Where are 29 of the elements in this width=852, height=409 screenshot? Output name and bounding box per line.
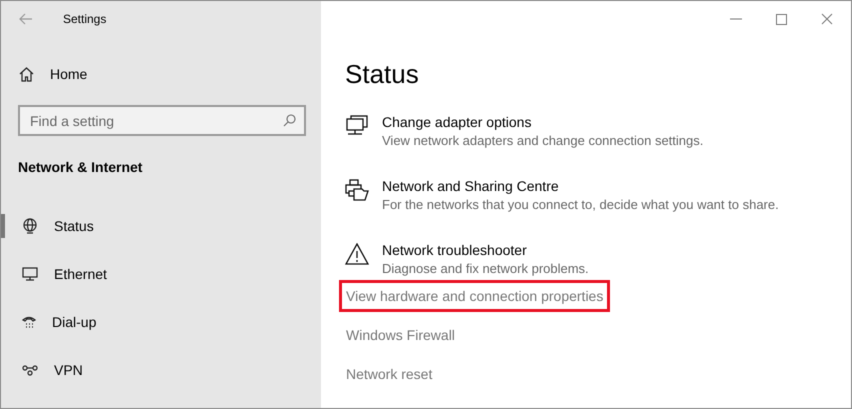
- monitors-icon: [345, 115, 369, 137]
- section-heading: Network & Internet: [18, 158, 144, 177]
- close-icon[interactable]: [821, 13, 833, 25]
- globe-icon: [22, 218, 38, 234]
- home-icon: [19, 67, 34, 82]
- maximize-icon[interactable]: [776, 14, 787, 24]
- back-arrow-icon[interactable]: [19, 13, 33, 25]
- phone-icon: [22, 315, 36, 329]
- monitor-icon: [22, 267, 38, 281]
- option-title[interactable]: Network troubleshooter: [382, 240, 589, 260]
- settings-link[interactable]: Network reset: [339, 358, 440, 390]
- nav-item[interactable]: Dial-up: [1, 310, 321, 334]
- vpn-icon: [22, 364, 38, 376]
- search-icon: [283, 114, 296, 127]
- home-nav-item[interactable]: Home: [19, 64, 88, 85]
- option-description: View network adapters and change connection settings.: [382, 132, 704, 150]
- option-description: For the networks that you connect to, decide what you want to share.: [382, 196, 779, 214]
- printer-folder-icon: [345, 179, 369, 201]
- page-heading: Status: [345, 58, 420, 90]
- settings-link[interactable]: View hardware and connection properties: [339, 280, 610, 312]
- option-title[interactable]: Change adapter options: [382, 112, 704, 132]
- option-description: Diagnose and fix network problems.: [382, 260, 589, 278]
- nav-item[interactable]: Ethernet: [1, 262, 321, 286]
- settings-link[interactable]: Windows Firewall: [339, 319, 462, 351]
- nav-item[interactable]: VPN: [1, 358, 321, 382]
- window-title: Settings: [63, 11, 106, 28]
- search-field[interactable]: Find a setting: [18, 105, 306, 136]
- option-title[interactable]: Network and Sharing Centre: [382, 176, 779, 196]
- warning-icon: [345, 243, 369, 265]
